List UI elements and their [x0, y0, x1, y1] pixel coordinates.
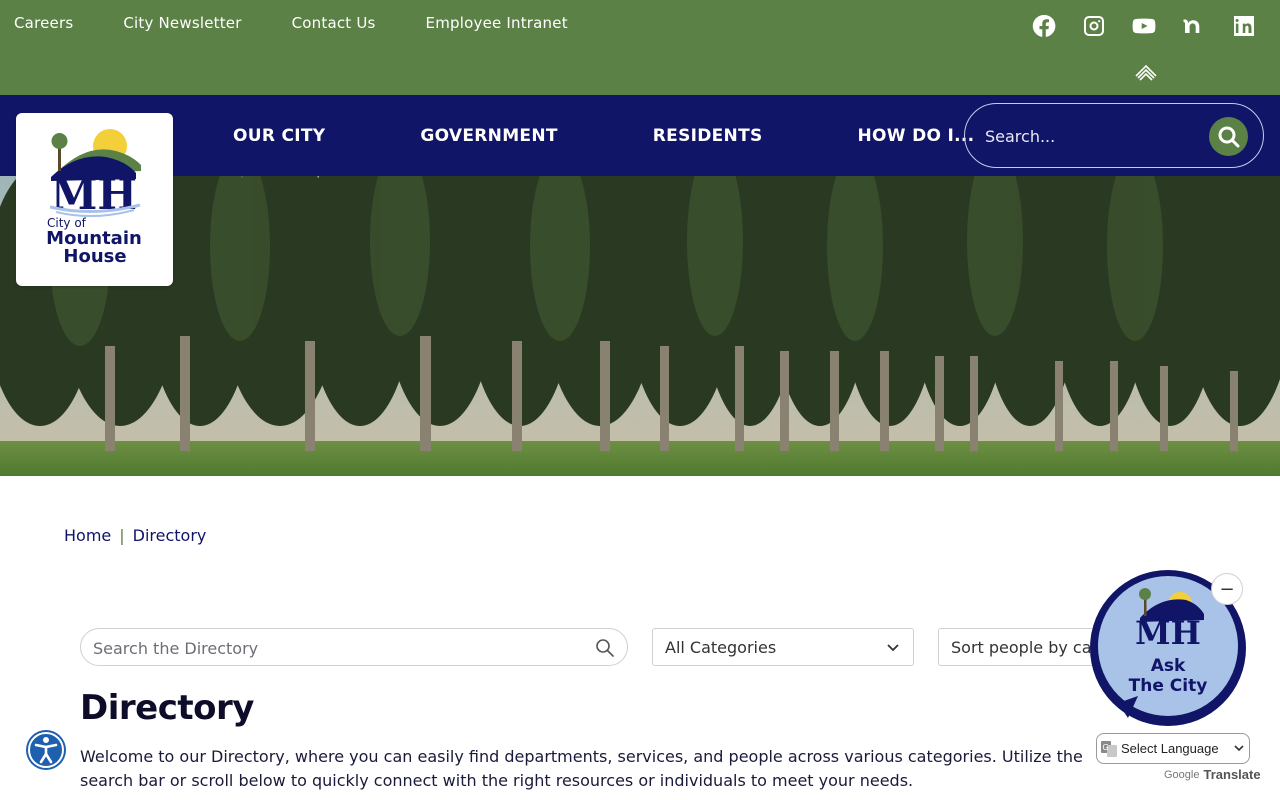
site-search-button[interactable] — [1209, 117, 1248, 156]
primary-nav: OUR CITY GOVERNMENT RESIDENTS HOW DO I..… — [233, 95, 1069, 176]
linkedin-icon[interactable] — [1230, 12, 1258, 40]
breadcrumb: Home | Directory — [64, 526, 206, 545]
youtube-icon[interactable] — [1130, 12, 1158, 40]
logo-house: House — [63, 246, 126, 267]
category-select[interactable]: All Categories — [652, 628, 914, 666]
search-icon — [1218, 126, 1239, 147]
google-wordmark: Google — [1164, 768, 1200, 781]
nav-government[interactable]: GOVERNMENT — [420, 126, 557, 146]
breadcrumb-home[interactable]: Home — [64, 526, 111, 545]
svg-text:G: G — [1102, 743, 1108, 752]
directory-search — [80, 628, 628, 666]
translate-wordmark[interactable]: Translate — [1203, 767, 1260, 782]
utility-links: Careers City Newsletter Contact Us Emplo… — [14, 14, 568, 32]
contact-us-link[interactable]: Contact Us — [292, 14, 376, 32]
accessibility-button[interactable] — [25, 729, 67, 771]
breadcrumb-separator: | — [119, 526, 125, 545]
breadcrumb-current[interactable]: Directory — [133, 526, 207, 545]
social-wave-icon[interactable] — [1134, 62, 1158, 82]
category-select-value: All Categories — [665, 638, 777, 657]
city-logo[interactable]: MH City of Mountain House — [16, 113, 173, 286]
chevron-down-icon — [887, 644, 899, 652]
facebook-icon[interactable] — [1030, 12, 1058, 40]
accessibility-icon — [26, 730, 66, 770]
language-select[interactable]: G Select Language — [1096, 733, 1250, 764]
city-newsletter-link[interactable]: City Newsletter — [123, 14, 241, 32]
social-links — [1030, 12, 1258, 40]
widget-minimize-button[interactable]: − — [1211, 573, 1243, 605]
ask-widget-line1: Ask — [1151, 656, 1186, 676]
nav-our-city[interactable]: OUR CITY — [233, 126, 325, 146]
nextdoor-icon[interactable] — [1180, 12, 1208, 40]
directory-search-input[interactable] — [93, 637, 573, 659]
page-title: Directory — [80, 688, 254, 728]
instagram-icon[interactable] — [1080, 12, 1108, 40]
powered-by-translate: Google Translate — [1164, 767, 1261, 782]
utility-bar: Careers City Newsletter Contact Us Emplo… — [0, 0, 1280, 95]
site-search — [964, 103, 1264, 168]
hero-image — [0, 176, 1280, 476]
ask-widget-line2: The City — [1129, 676, 1208, 696]
nav-residents[interactable]: RESIDENTS — [653, 126, 763, 146]
page-intro: Welcome to our Directory, where you can … — [80, 747, 1083, 790]
employee-intranet-link[interactable]: Employee Intranet — [426, 14, 568, 32]
site-search-input[interactable] — [985, 124, 1205, 148]
ask-widget-monogram: MH — [1135, 614, 1201, 652]
search-icon[interactable] — [595, 638, 615, 658]
google-translate-icon: G — [1101, 740, 1117, 757]
nav-how-do-i[interactable]: HOW DO I... — [858, 126, 975, 146]
language-select-label: Select Language — [1121, 741, 1219, 756]
chevron-down-icon — [1234, 745, 1244, 752]
careers-link[interactable]: Careers — [14, 14, 73, 32]
